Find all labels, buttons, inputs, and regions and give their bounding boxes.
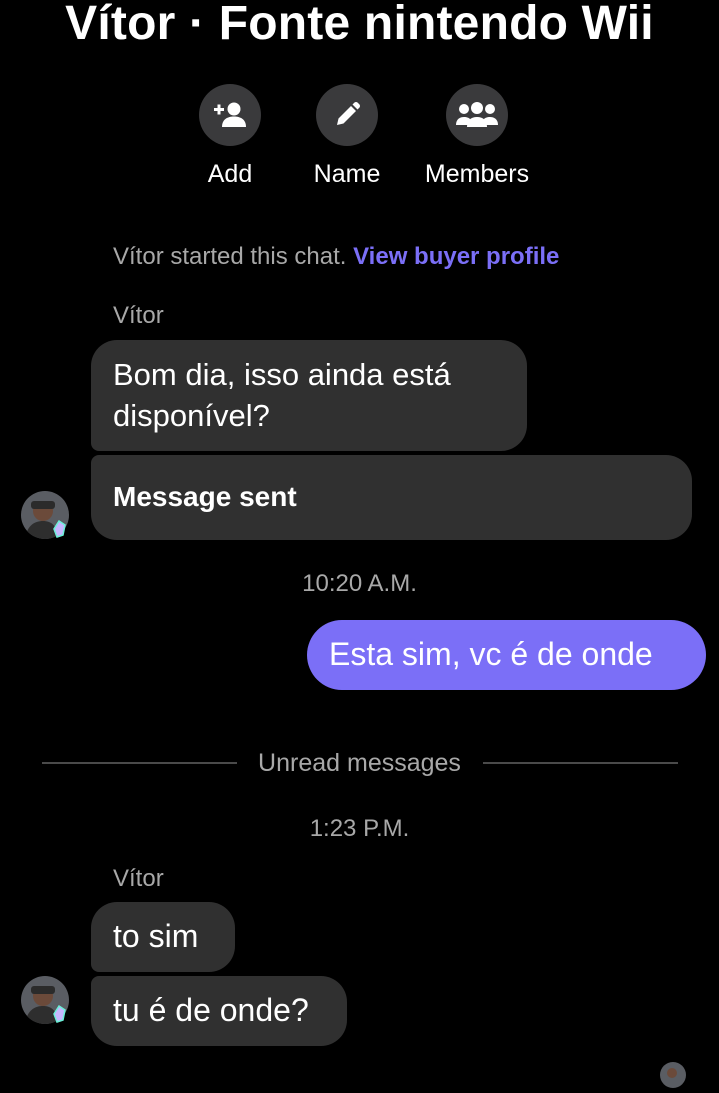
name-label: Name [313, 160, 381, 188]
message-bubble[interactable]: to sim [91, 902, 235, 972]
message-text: tu é de onde? [113, 992, 309, 1028]
avatar[interactable] [21, 976, 69, 1024]
chat-title: Vítor · Fonte nintendo Wii [65, 0, 654, 50]
members-label: Members [424, 160, 530, 188]
timestamp: 1:23 P.M. [309, 815, 410, 842]
timestamp: 10:20 A.M. [302, 570, 417, 597]
message-text: to sim [113, 918, 199, 954]
sender-name: Vítor [113, 865, 164, 892]
read-receipt-avatar [660, 1062, 686, 1088]
chat-started-notice: Vítor started this chat. View buyer prof… [113, 241, 559, 273]
message-text: Esta sim, vc é de onde [329, 636, 653, 672]
add-person-icon [199, 84, 261, 146]
message-sent-bubble[interactable]: Message sent [91, 455, 692, 540]
pencil-icon [316, 84, 378, 146]
message-text: Message sent [113, 481, 297, 512]
message-text: Bom dia, isso ainda está disponível? [113, 357, 451, 433]
name-button[interactable]: Name [277, 84, 417, 189]
outgoing-message-bubble[interactable]: Esta sim, vc é de onde [307, 620, 706, 690]
message-bubble[interactable]: Bom dia, isso ainda está disponível? [91, 340, 527, 451]
sender-name: Vítor [113, 302, 164, 329]
chat-started-text: Vítor started this chat. [113, 243, 347, 270]
members-button[interactable]: Members [407, 84, 547, 189]
group-icon [446, 84, 508, 146]
view-buyer-profile-link[interactable]: View buyer profile [353, 243, 559, 270]
message-bubble[interactable]: tu é de onde? [91, 976, 347, 1046]
avatar[interactable] [21, 491, 69, 539]
divider-right [483, 762, 678, 764]
